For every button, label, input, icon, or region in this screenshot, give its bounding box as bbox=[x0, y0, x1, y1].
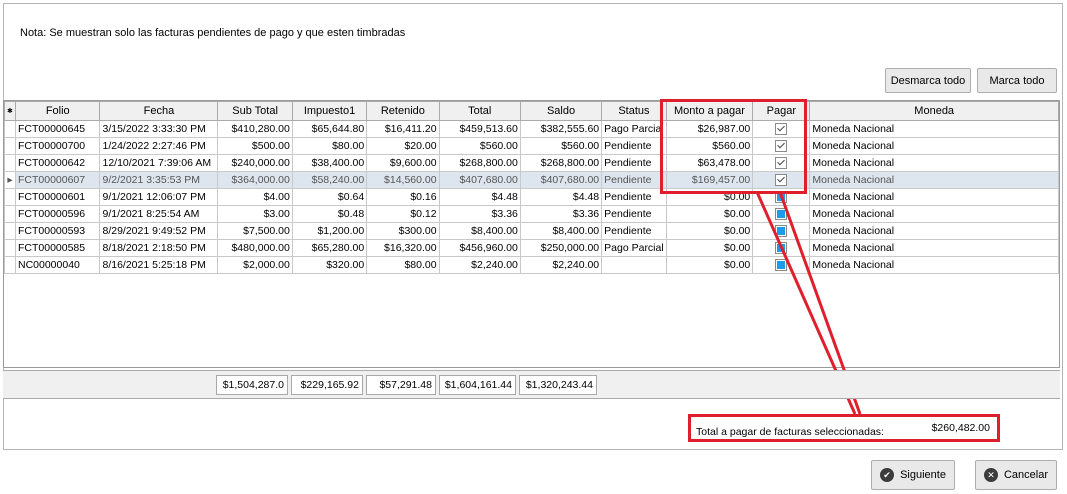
cancel-button-label: Cancelar bbox=[1003, 469, 1049, 481]
total-selected-value: $260,482.00 bbox=[931, 422, 990, 434]
cancel-button[interactable]: ✕ Cancelar bbox=[975, 460, 1057, 490]
check-circle-icon: ✔ bbox=[880, 468, 895, 482]
totals-bar: $1,504,287.0 $229,165.92 $57,291.48 $1,6… bbox=[3, 370, 1060, 399]
total-total: $1,604,161.44 bbox=[439, 375, 516, 395]
close-circle-icon: ✕ bbox=[983, 468, 998, 482]
total-selected-label: Total a pagar de facturas seleccionadas: bbox=[696, 426, 884, 438]
total-impuesto: $229,165.92 bbox=[291, 375, 363, 395]
next-button-label: Siguiente bbox=[900, 469, 946, 481]
next-button[interactable]: ✔ Siguiente bbox=[871, 460, 955, 490]
total-subtotal: $1,504,287.0 bbox=[216, 375, 288, 395]
total-retenido: $57,291.48 bbox=[366, 375, 436, 395]
total-saldo: $1,320,243.44 bbox=[519, 375, 597, 395]
